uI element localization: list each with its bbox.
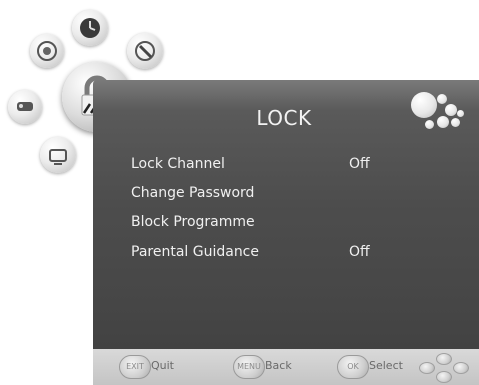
menu-item-parental-guidance[interactable]: Parental Guidance Off bbox=[131, 240, 451, 264]
menu-item-lock-channel[interactable]: Lock Channel Off bbox=[131, 152, 451, 176]
menu-item-block-programme[interactable]: Block Programme bbox=[131, 210, 451, 234]
exit-key-icon: EXIT bbox=[119, 355, 151, 379]
menu-item-label: Lock Channel bbox=[131, 156, 225, 172]
setup-icon[interactable] bbox=[127, 33, 163, 69]
back-label: Back bbox=[265, 359, 292, 372]
menu-item-value: Off bbox=[349, 156, 370, 172]
channel-icon[interactable] bbox=[40, 137, 76, 173]
menu-key-icon: MENU bbox=[233, 355, 265, 379]
menu-item-value: Off bbox=[349, 244, 370, 260]
quit-label: Quit bbox=[151, 359, 174, 372]
picture-icon[interactable] bbox=[30, 34, 64, 68]
clock-icon[interactable] bbox=[72, 10, 108, 46]
bottom-bar: EXIT Quit MENU Back OK Select bbox=[93, 349, 479, 385]
menu-item-label: Change Password bbox=[131, 185, 255, 201]
bubbles-logo-icon bbox=[407, 88, 469, 136]
menu-item-label: Parental Guidance bbox=[131, 244, 259, 260]
menu-panel: LOCK Lock Channel Off Change Password Bl… bbox=[93, 80, 479, 385]
menu-item-change-password[interactable]: Change Password bbox=[131, 181, 451, 205]
navigation-arrows-icon bbox=[415, 353, 471, 383]
sound-icon[interactable] bbox=[8, 90, 42, 124]
ok-key-icon: OK bbox=[337, 355, 369, 379]
select-label: Select bbox=[369, 359, 403, 372]
menu-item-label: Block Programme bbox=[131, 214, 255, 230]
